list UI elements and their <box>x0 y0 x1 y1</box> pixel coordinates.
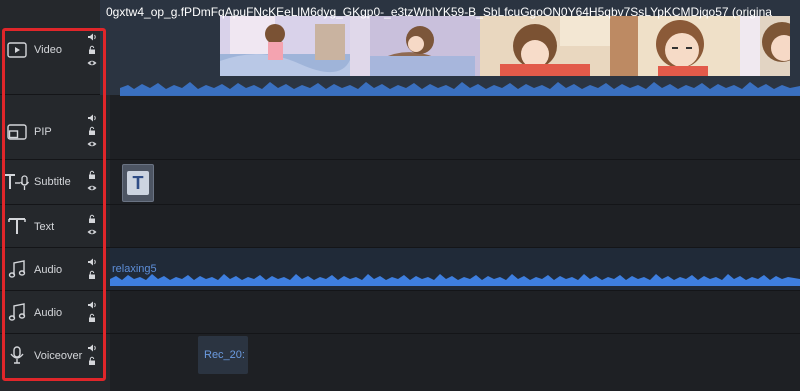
video-thumbnail <box>350 16 480 76</box>
music-note-icon <box>6 258 28 280</box>
video-play-icon <box>6 39 28 61</box>
lock-icon[interactable] <box>87 313 97 323</box>
text-clip[interactable]: T <box>122 164 154 202</box>
text-icon <box>6 215 28 237</box>
timeline-row-subtitle[interactable]: T <box>110 160 800 205</box>
track-header-audio-1[interactable]: Audio <box>0 248 110 291</box>
track-label-audio-1: Audio <box>34 264 63 276</box>
audio-clip[interactable]: relaxing5 <box>110 248 800 290</box>
lock-icon[interactable] <box>87 126 97 136</box>
volume-icon[interactable] <box>87 300 97 310</box>
volume-icon[interactable] <box>87 257 97 267</box>
video-thumbnail <box>740 16 790 76</box>
visibility-eye-icon[interactable] <box>87 139 97 149</box>
lock-icon[interactable] <box>87 170 97 180</box>
track-label-pip: PIP <box>34 126 52 138</box>
track-label-subtitle: Subtitle <box>34 176 71 188</box>
track-header-voiceover[interactable]: Voiceover <box>0 334 110 391</box>
timeline-row-pip[interactable] <box>110 95 800 160</box>
voiceover-clip-label: Rec_20: <box>204 349 245 361</box>
timeline-row-video[interactable]: 0gxtw4_op_g.fPDmFqApuFNcKEeLlM6dyg_GKgp0… <box>100 0 800 96</box>
visibility-eye-icon[interactable] <box>87 227 97 237</box>
video-clip[interactable]: 0gxtw4_op_g.fPDmFqApuFNcKEeLlM6dyg_GKgp0… <box>100 0 800 96</box>
visibility-eye-icon[interactable] <box>87 183 97 193</box>
video-clip-title: 0gxtw4_op_g.fPDmFqApuFNcKEeLlM6dyg_GKgp0… <box>106 5 772 19</box>
volume-icon[interactable] <box>87 32 97 42</box>
subtitle-icon <box>3 171 33 193</box>
track-headers-panel: Video PIP Subtitle Text Audio Audio Voic… <box>0 0 110 391</box>
volume-icon[interactable] <box>87 113 97 123</box>
track-label-voiceover: Voiceover <box>34 350 83 362</box>
track-label-video: Video <box>34 44 62 56</box>
video-thumbnail <box>610 16 740 76</box>
timeline-row-audio-2[interactable] <box>110 291 800 334</box>
lock-icon[interactable] <box>87 356 97 366</box>
pip-icon <box>6 121 28 143</box>
video-audio-waveform <box>120 82 800 96</box>
timeline-row-audio-1[interactable]: relaxing5 <box>110 248 800 291</box>
lock-icon[interactable] <box>87 45 97 55</box>
track-label-text: Text <box>34 221 55 233</box>
voiceover-clip[interactable]: Rec_20: <box>198 336 248 374</box>
audio-waveform <box>110 274 800 286</box>
text-clip-glyph: T <box>127 171 149 195</box>
track-header-subtitle[interactable]: Subtitle <box>0 160 110 205</box>
microphone-icon <box>6 344 28 366</box>
track-label-audio-2: Audio <box>34 307 63 319</box>
video-thumbnail <box>480 16 610 76</box>
timeline-row-text[interactable] <box>110 205 800 248</box>
timeline-area[interactable]: 0gxtw4_op_g.fPDmFqApuFNcKEeLlM6dyg_GKgp0… <box>100 0 800 391</box>
track-header-text[interactable]: Text <box>0 205 110 248</box>
timeline-row-voiceover[interactable]: Rec_20: <box>110 334 800 391</box>
video-thumbnails <box>220 16 790 76</box>
video-thumbnail <box>220 16 350 76</box>
visibility-eye-icon[interactable] <box>87 58 97 68</box>
track-header-pip[interactable]: PIP <box>0 95 110 160</box>
lock-icon[interactable] <box>87 214 97 224</box>
volume-icon[interactable] <box>87 343 97 353</box>
track-header-audio-2[interactable]: Audio <box>0 291 110 334</box>
lock-icon[interactable] <box>87 270 97 280</box>
track-header-video[interactable]: Video <box>0 0 110 95</box>
music-note-icon <box>6 301 28 323</box>
